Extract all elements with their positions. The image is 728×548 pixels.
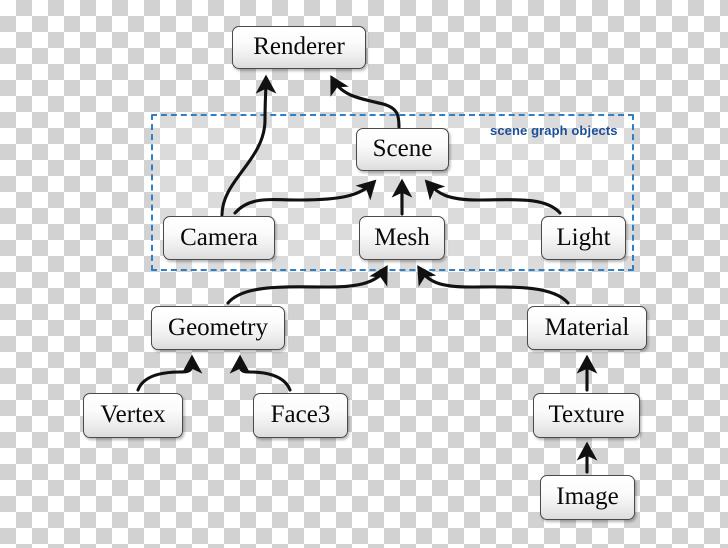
edge-material-to-mesh (417, 265, 570, 305)
node-face3[interactable]: Face3 (253, 393, 348, 438)
node-renderer[interactable]: Renderer (232, 26, 366, 69)
node-scene-label: Scene (372, 135, 433, 162)
node-scene[interactable]: Scene (356, 128, 449, 171)
node-vertex-label: Vertex (100, 401, 166, 428)
node-image[interactable]: Image (540, 475, 635, 520)
node-geometry[interactable]: Geometry (151, 306, 285, 350)
node-material[interactable]: Material (527, 306, 647, 350)
scene-graph-group-label: scene graph objects (490, 123, 618, 138)
diagram-canvas: scene graph objects Renderer Scene Camer… (0, 0, 728, 548)
node-camera-label: Camera (180, 223, 258, 251)
node-light[interactable]: Light (541, 216, 626, 260)
node-renderer-label: Renderer (253, 33, 345, 60)
node-mesh[interactable]: Mesh (359, 216, 445, 260)
node-texture[interactable]: Texture (533, 393, 640, 438)
node-texture-label: Texture (548, 401, 625, 428)
node-camera[interactable]: Camera (163, 216, 275, 260)
edge-face3-to-geometry (229, 354, 292, 392)
edge-vertex-to-geometry (136, 354, 203, 392)
node-material-label: Material (544, 313, 630, 341)
node-light-label: Light (556, 223, 611, 251)
node-vertex[interactable]: Vertex (83, 393, 183, 438)
edge-layer (136, 74, 598, 474)
node-face3-label: Face3 (270, 401, 331, 428)
edge-geometry-to-mesh (226, 265, 388, 305)
node-image-label: Image (556, 483, 619, 510)
node-geometry-label: Geometry (168, 313, 268, 341)
node-mesh-label: Mesh (374, 223, 430, 251)
